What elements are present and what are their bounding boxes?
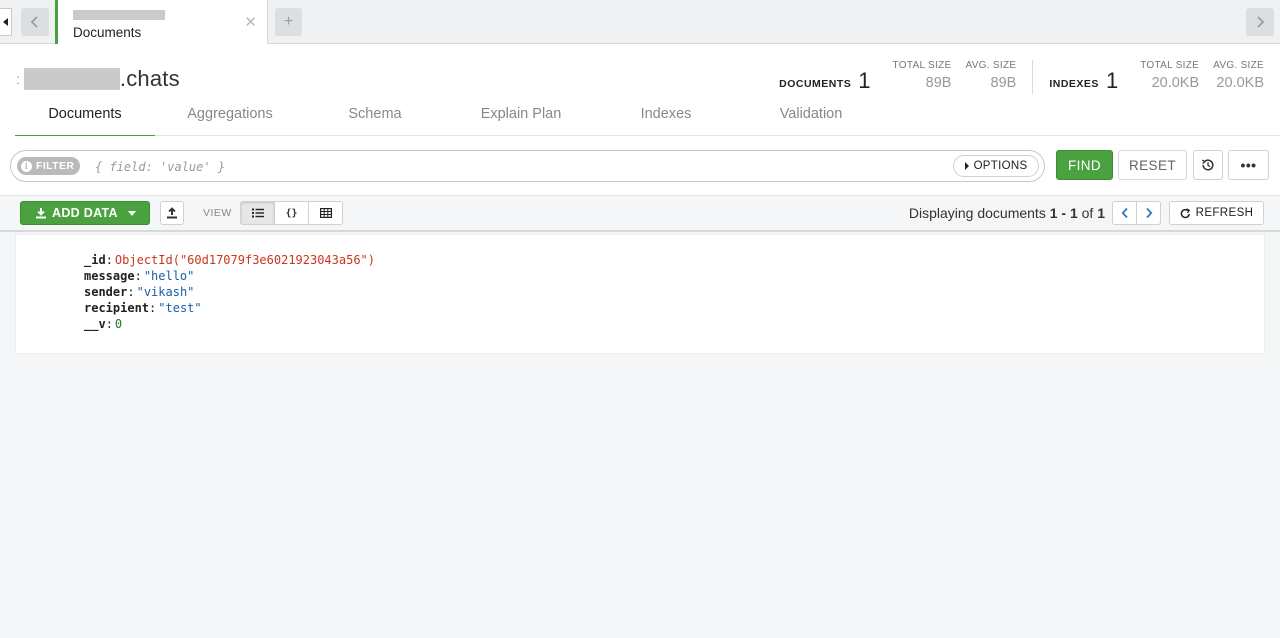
field-value: "vikash": [136, 285, 195, 299]
reset-button[interactable]: RESET: [1118, 150, 1187, 180]
plus-icon[interactable]: +: [275, 8, 302, 36]
json-view-button[interactable]: {}: [274, 201, 309, 225]
tab-schema[interactable]: Schema: [305, 106, 445, 136]
filter-box: i FILTER OPTIONS: [10, 150, 1045, 182]
query-bar: i FILTER OPTIONS FIND RESET •••: [0, 136, 1280, 196]
json-view-icon: {}: [285, 207, 298, 219]
export-collection-button[interactable]: [160, 201, 184, 225]
document-field[interactable]: recipient: "test": [84, 300, 202, 316]
tab-documents[interactable]: Documents ✕: [55, 0, 268, 44]
stats-divider: [1032, 60, 1034, 94]
tab-documents-view[interactable]: Documents: [15, 106, 155, 139]
collection-stats: DOCUMENTS 1 TOTAL SIZE 89B AVG. SIZE 89B…: [779, 60, 1264, 100]
indexes-count: INDEXES 1: [1049, 68, 1119, 93]
forward-arrow-icon: [1257, 16, 1265, 28]
previous-page-button[interactable]: [1112, 201, 1137, 225]
indexes-avg-size: AVG. SIZE 20.0KB: [1213, 60, 1264, 91]
tab-explain-plan[interactable]: Explain Plan: [451, 106, 591, 136]
namespace-prefix: :: [16, 71, 20, 87]
table-view-icon: [319, 208, 332, 218]
info-icon[interactable]: i: [21, 160, 32, 172]
tab-validation[interactable]: Validation: [741, 106, 881, 136]
field-key: _id: [84, 253, 106, 267]
back-button[interactable]: [21, 8, 49, 36]
next-page-button[interactable]: [1136, 201, 1161, 225]
view-label: VIEW: [203, 207, 232, 219]
caret-right-icon: [964, 162, 969, 170]
collection-header: : .chats DOCUMENTS 1 TOTAL SIZE 89B AVG.…: [0, 44, 1280, 139]
field-value: "test": [158, 301, 202, 315]
tab-indexes[interactable]: Indexes: [596, 106, 736, 136]
list-view-button[interactable]: [240, 201, 275, 225]
document-field[interactable]: __v: 0: [84, 316, 122, 332]
collection-namespace: : .chats: [16, 66, 180, 92]
options-button[interactable]: OPTIONS: [953, 155, 1039, 177]
document-field[interactable]: sender: "vikash": [84, 284, 194, 300]
redacted-database-name: [73, 10, 165, 20]
field-value: ObjectId("60d17079f3e6021923043a56"): [114, 253, 376, 267]
workspace-tab-bar: Documents ✕ +: [0, 0, 1280, 44]
tab-aggregations[interactable]: Aggregations: [160, 106, 300, 136]
more-options-button[interactable]: •••: [1228, 150, 1269, 180]
paging-status: Displaying documents 1 - 1 of 1: [908, 205, 1105, 221]
download-icon: [36, 208, 46, 219]
filter-pill: i FILTER: [17, 157, 81, 175]
field-key: recipient: [84, 301, 150, 315]
table-view-button[interactable]: [308, 201, 343, 225]
field-value: 0: [114, 317, 123, 331]
forward-button[interactable]: [1246, 8, 1274, 36]
upload-icon: [167, 207, 177, 219]
refresh-button[interactable]: REFRESH: [1169, 201, 1264, 225]
add-data-button[interactable]: ADD DATA: [20, 201, 150, 225]
close-icon[interactable]: ✕: [244, 13, 257, 31]
document-field[interactable]: _id: ObjectId("60d17079f3e6021923043a56"): [84, 252, 375, 268]
tab-title: Documents: [73, 25, 142, 40]
pagination: [1112, 201, 1161, 225]
redacted-database-name: [23, 68, 120, 90]
field-key: message: [84, 269, 135, 283]
filter-input[interactable]: [95, 157, 935, 177]
document-field[interactable]: message: "hello": [84, 268, 194, 284]
collection-subtabs: Documents Aggregations Schema Explain Pl…: [15, 102, 1280, 139]
view-mode-toggle: {}: [240, 201, 343, 225]
field-key: __v: [84, 317, 106, 331]
chevron-right-icon: [1145, 207, 1152, 219]
find-button[interactable]: FIND: [1056, 150, 1113, 180]
query-history-button[interactable]: [1193, 150, 1223, 180]
documents-toolbar: ADD DATA VIEW Displaying documents 1 - 1…: [0, 196, 1280, 232]
indexes-total-size: TOTAL SIZE 20.0KB: [1140, 60, 1200, 91]
refresh-icon: [1180, 207, 1190, 218]
documents-count: DOCUMENTS 1: [779, 68, 871, 93]
field-key: sender: [84, 285, 128, 299]
field-value: "hello": [143, 269, 195, 283]
document-card[interactable]: _id: ObjectId("60d17079f3e6021923043a56")…: [15, 234, 1265, 354]
caret-down-icon: [127, 210, 136, 216]
collapse-sidebar-icon[interactable]: [0, 8, 12, 36]
collection-name: .chats: [119, 66, 180, 91]
chevron-left-icon: [1121, 207, 1128, 219]
list-view-icon: [251, 208, 264, 218]
documents-total-size: TOTAL SIZE 89B: [892, 60, 952, 91]
documents-avg-size: AVG. SIZE 89B: [965, 60, 1017, 91]
back-arrow-icon: [30, 16, 38, 28]
history-icon: [1201, 159, 1214, 171]
